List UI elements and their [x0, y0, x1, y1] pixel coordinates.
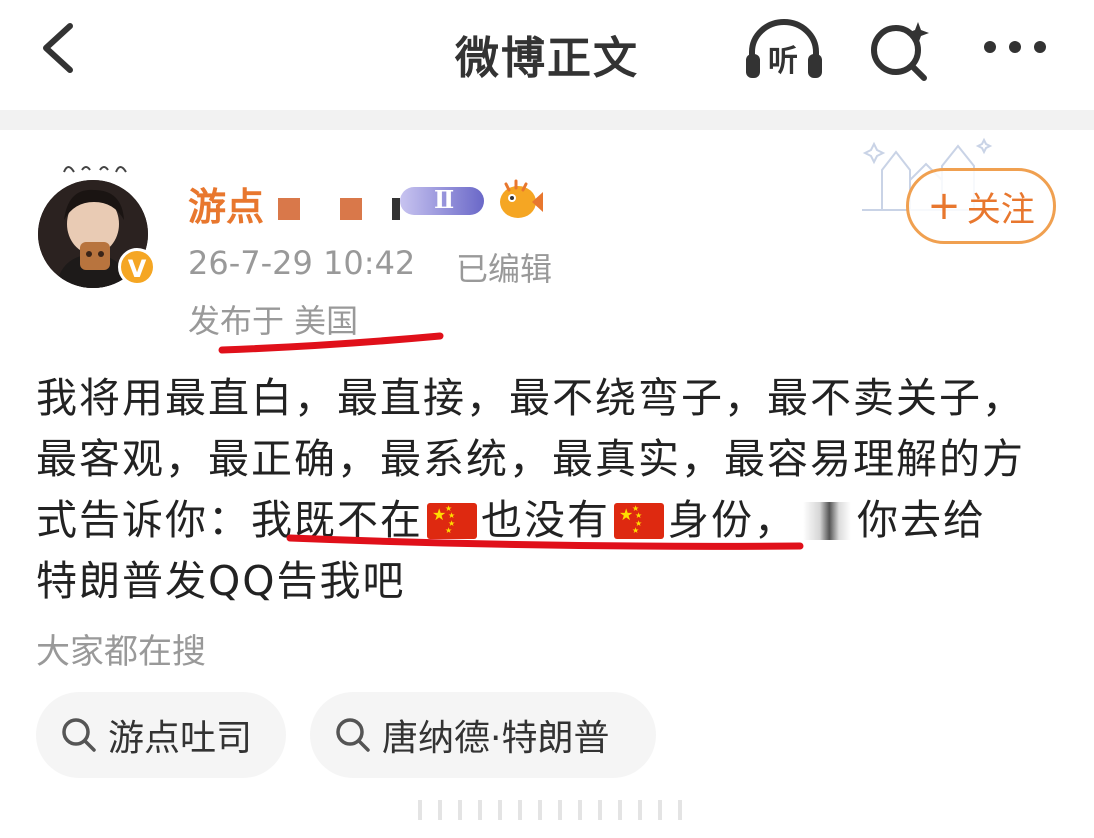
post-body-line: 最客观，最正确，最系统，最真实，最容易理解的方	[36, 435, 1025, 483]
post-body-segment: 也没有	[481, 496, 610, 544]
more-dots-icon[interactable]	[982, 30, 1048, 64]
post-body-line: 式告诉你：我既不在 ★ ★ ★ ★ ★ 也没有 ★ ★ ★ ★ ★ 身份， 你去给	[36, 490, 1066, 551]
follow-button[interactable]: + 关注	[906, 168, 1056, 244]
trending-chip-label: 游点吐司	[108, 718, 253, 759]
post-body: 我将用最直白，最直接，最不绕弯子，最不卖关子， 最客观，最正确，最系统，最真实，…	[36, 368, 1066, 612]
fish-icon	[500, 179, 543, 218]
member-level-badge: Ⅱ	[400, 184, 484, 218]
post-body-segment: 式告诉你：我既不在	[36, 496, 423, 544]
section-divider	[0, 110, 1094, 130]
redacted-name-block	[340, 198, 362, 220]
post-body-segment: 你去给	[857, 496, 986, 544]
avatar-frame-ears-decoration	[63, 166, 127, 173]
trending-chip[interactable]: 游点吐司	[36, 692, 286, 778]
listen-label: 听	[768, 44, 798, 79]
redacted-name-block	[278, 198, 300, 220]
author-name[interactable]: 游点	[188, 176, 264, 231]
trending-chip-label: 唐纳德·特朗普	[382, 718, 610, 759]
faded-overlay-decoration	[418, 800, 682, 820]
post-timestamp: 26-7-29 10:42	[188, 244, 416, 282]
plus-icon: +	[927, 183, 961, 229]
listen-button[interactable]: 听	[742, 16, 826, 82]
search-icon	[336, 718, 370, 752]
post-body-line: 特朗普发QQ告我吧	[36, 557, 406, 605]
redacted-text-block	[803, 502, 851, 540]
verified-badge: V	[118, 248, 156, 286]
post-body-segment: 身份，	[668, 496, 797, 544]
redacted-name-block	[392, 198, 400, 220]
follow-button-label: 关注	[966, 189, 1035, 230]
search-sparkle-icon[interactable]	[866, 18, 934, 82]
china-flag-icon: ★ ★ ★ ★ ★	[614, 503, 664, 539]
post-body-line: 我将用最直白，最直接，最不绕弯子，最不卖关子，	[36, 374, 1025, 422]
post-edited-label[interactable]: 已编辑	[456, 244, 552, 290]
post-location: 发布于 美国	[188, 302, 359, 340]
top-nav-bar: 微博正文 听	[0, 0, 1094, 110]
trending-label: 大家都在搜	[36, 632, 206, 672]
china-flag-icon: ★ ★ ★ ★ ★	[427, 503, 477, 539]
author-avatar[interactable]: V	[38, 180, 156, 288]
search-icon	[62, 718, 96, 752]
trending-chip[interactable]: 唐纳德·特朗普	[310, 692, 656, 778]
member-level-text: Ⅱ	[434, 185, 455, 214]
